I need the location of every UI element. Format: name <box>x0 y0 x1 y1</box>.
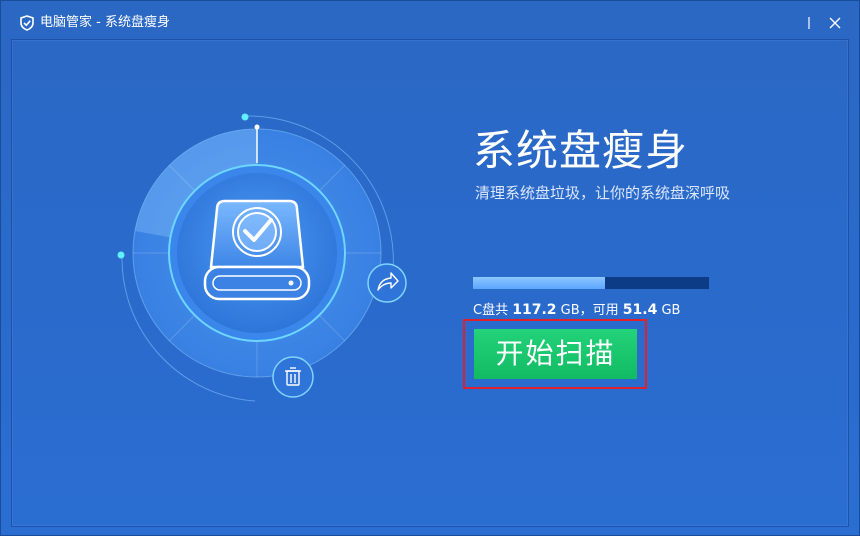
trash-button[interactable] <box>272 356 314 398</box>
tencent-shield-icon <box>20 15 34 31</box>
disk-unit-free: GB <box>657 303 681 318</box>
close-button[interactable] <box>825 13 845 33</box>
title-bar: 电脑管家 - 系统盘瘦身 <box>1 1 859 39</box>
disk-free: 51.4 <box>622 302 658 318</box>
orbit-dot <box>117 251 125 259</box>
disk-unit-total: GB，可用 <box>556 303 623 318</box>
page-title: 系统盘瘦身 <box>473 126 689 175</box>
disk-total: 117.2 <box>512 302 557 318</box>
disk-label: C盘共 <box>473 303 509 318</box>
disk-usage-graphic <box>117 113 407 402</box>
start-scan-button[interactable]: 开始扫描 <box>474 329 637 379</box>
share-button[interactable] <box>367 263 407 303</box>
orbit-dot <box>241 113 249 121</box>
close-icon <box>829 17 841 29</box>
app-window: 电脑管家 - 系统盘瘦身 系统盘瘦身 清理系统盘垃圾，让你的系统盘深呼吸 C盘共… <box>0 0 860 536</box>
disk-info-text: C盘共 117.2 GB，可用 51.4 GB <box>473 301 680 320</box>
disk-usage-bar <box>473 277 709 289</box>
disk-usage-fill <box>473 277 606 289</box>
page-subtitle: 清理系统盘垃圾，让你的系统盘深呼吸 <box>475 184 731 202</box>
minimize-button[interactable] <box>799 13 819 33</box>
disk-check-icon <box>203 199 311 301</box>
minimize-icon <box>808 17 810 29</box>
window-title: 电脑管家 - 系统盘瘦身 <box>40 15 170 30</box>
